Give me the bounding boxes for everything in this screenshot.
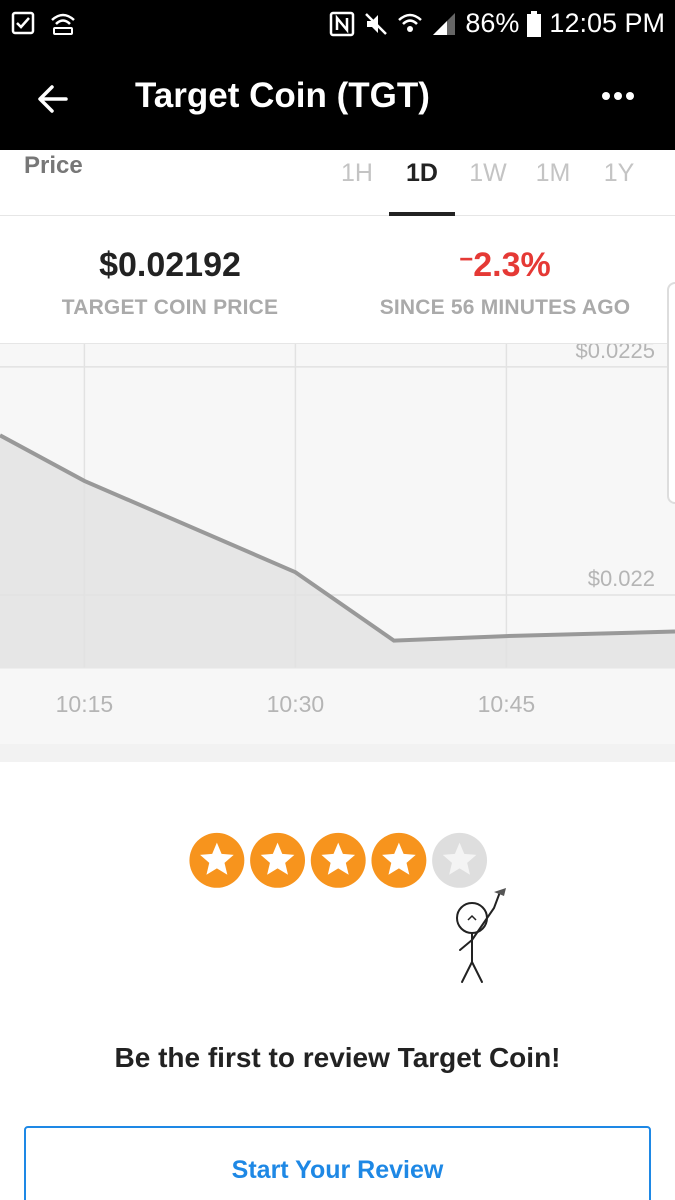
page-title: Target Coin (TGT): [135, 76, 430, 115]
y-tick-label: $0.0225: [575, 344, 655, 363]
star-filled-icon[interactable]: [189, 832, 245, 888]
price-caption: TARGET COIN PRICE: [61, 296, 279, 319]
price-label: Price: [24, 152, 83, 179]
signal-icon: [433, 12, 456, 35]
price-value: $0.02192: [99, 246, 241, 284]
start-review-button[interactable]: Start Your Review: [24, 1126, 651, 1200]
star-filled-icon[interactable]: [310, 832, 366, 888]
change-caption: SINCE 56 MINUTES AGO: [379, 296, 631, 319]
battery-icon: [527, 10, 542, 37]
star-filled-icon[interactable]: [250, 832, 306, 888]
tab-1y[interactable]: 1Y: [586, 158, 652, 216]
mute-icon: [365, 12, 388, 35]
wifi-notification-icon: [51, 13, 75, 35]
x-tick-label: 10:15: [56, 691, 114, 717]
x-tick-label: 10:45: [478, 691, 536, 717]
tab-1h[interactable]: 1H: [324, 158, 390, 216]
status-bar: 86% 12:05 PM: [0, 0, 675, 48]
star-empty-icon[interactable]: [432, 832, 488, 888]
review-heading: Be the first to review Target Coin!: [114, 1042, 561, 1073]
stick-figure-illustration: [456, 888, 506, 983]
price-stats: $0.02192 TARGET COIN PRICE −2.3% SINCE 5…: [0, 216, 675, 344]
battery-percent: 86%: [465, 8, 520, 38]
back-arrow-icon[interactable]: [36, 82, 70, 116]
price-change: −2.3%: [355, 246, 655, 285]
checklist-notification-icon: [11, 11, 35, 35]
wifi-icon: [398, 13, 423, 32]
change-sign: −: [459, 246, 474, 273]
y-tick-label: $0.022: [588, 566, 655, 591]
price-chart[interactable]: $0.0225 $0.022 10:15 10:30 10:45: [0, 344, 675, 744]
price-card: Price 1H 1D 1W 1M 1Y $0.02192 TARGET COI…: [0, 150, 675, 744]
change-value: 2.3%: [473, 246, 551, 284]
star-filled-icon[interactable]: [371, 832, 427, 888]
more-options-icon[interactable]: [601, 86, 635, 106]
tab-1w[interactable]: 1W: [455, 158, 521, 216]
tab-1m[interactable]: 1M: [520, 158, 586, 216]
timeframe-tabs: Price 1H 1D 1W 1M 1Y: [0, 150, 675, 216]
app-bar: Target Coin (TGT): [0, 48, 675, 150]
x-tick-label: 10:30: [267, 691, 325, 717]
review-card: Be the first to review Target Coin! Star…: [0, 762, 675, 1200]
side-drawer-handle[interactable]: [667, 282, 675, 504]
nfc-icon: [330, 11, 355, 36]
clock: 12:05 PM: [549, 8, 665, 38]
tab-1d[interactable]: 1D: [389, 158, 455, 216]
